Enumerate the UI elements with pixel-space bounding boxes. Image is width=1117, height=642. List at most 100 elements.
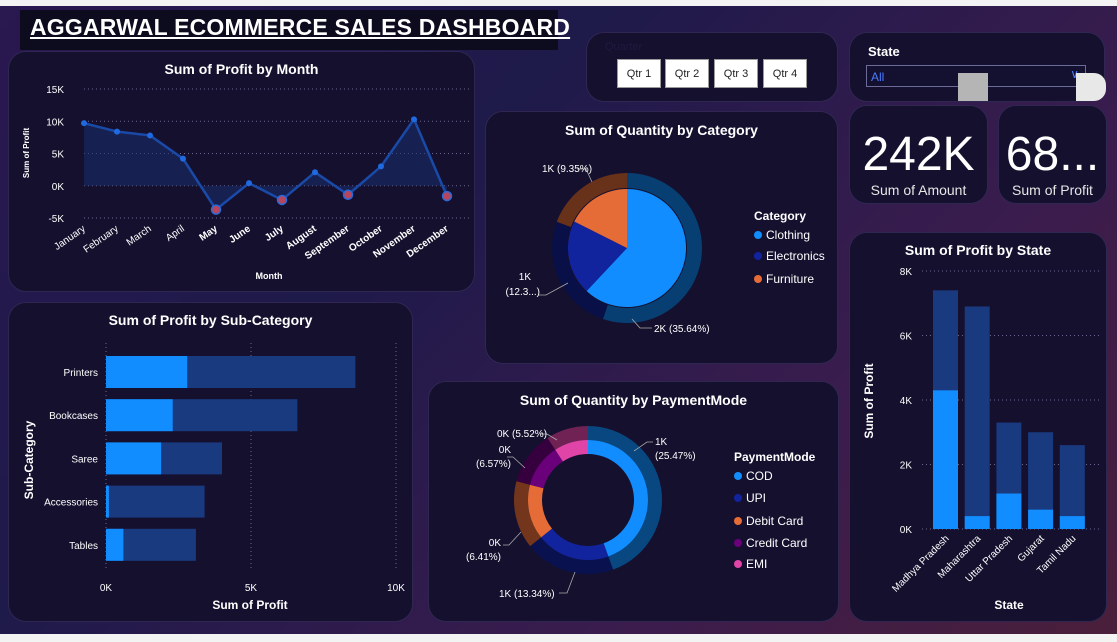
dashboard-title: AGGARWAL ECOMMERCE SALES DASHBOARD (30, 14, 571, 40)
y-tick-label: 5K (52, 150, 65, 161)
bar-highlight-printers (106, 356, 188, 388)
data-point-august (312, 169, 318, 176)
x-tick-label-may: May (197, 223, 220, 243)
x-tick-label-madhya-pradesh: Madhya Pradesh (890, 533, 951, 594)
window-bottom-strip (0, 634, 1117, 642)
data-label-clothing: 2K (35.64%) (654, 324, 710, 335)
data-point-december (441, 190, 453, 202)
legend-item-emi: EMI (734, 557, 767, 571)
legend-item-clothing: Clothing (754, 228, 810, 242)
data-label-credit-card-line2: (6.57%) (476, 459, 511, 470)
x-tick-label-gujarat: Gujarat (1016, 533, 1047, 564)
data-label-electronics-line2: (12.3...) (506, 287, 540, 298)
bar-highlight-accessories (106, 485, 109, 518)
y-tick-label: 0K (52, 182, 65, 193)
x-tick-label-march: March (125, 223, 154, 248)
legend-item-cod: COD (734, 469, 773, 483)
data-label-upi: 1K (13.34%) (499, 589, 555, 600)
legend-dot-upi (734, 494, 742, 502)
bar-highlight-uttar-pradesh (996, 493, 1022, 529)
x-tick-label-july: July (263, 223, 286, 244)
x-tick-label: 10K (387, 583, 405, 594)
y-tick-label: -5K (48, 214, 64, 225)
data-point-march (147, 132, 153, 139)
state-dropdown-value: All (871, 70, 885, 84)
data-label-emi: 0K (5.52%) (497, 429, 547, 440)
legend-label-debit-card: Debit Card (746, 514, 804, 528)
x-tick-label-april: April (164, 223, 187, 243)
profit-by-state-chart: 8K6K4K2K0KMadhya PradeshMaharashtraUttar… (862, 267, 1100, 612)
kpi-amount-value: 242K (862, 128, 975, 181)
legend-item-upi: UPI (734, 491, 766, 505)
legend-dot-debit-card (734, 517, 742, 525)
y-tick-label-bookcases: Bookcases (49, 411, 98, 422)
legend-label-upi: UPI (746, 491, 767, 505)
profit-by-month-chart: 15K10K5K0K-5KJanuaryFebruary March April Ma… (22, 85, 469, 281)
card-profit-by-subcategory: Sum of Profit by Sub-Category 0K 5K 10K Pri… (8, 302, 413, 622)
legend-label-electronics: Electronics (766, 249, 825, 263)
bar-highlight-gujarat (1028, 509, 1054, 529)
x-tick-label: 5K (245, 583, 258, 594)
legend-label-furniture: Furniture (766, 272, 815, 286)
leader-line-upi (559, 571, 576, 594)
bar-total-maharashtra (964, 306, 990, 529)
x-axis-title: State (994, 598, 1024, 612)
data-label-credit-card-line1: 0K (499, 445, 512, 456)
bar-highlight-tamil-nadu (1059, 516, 1085, 529)
qtr-3-button[interactable]: Qtr 3 (714, 59, 758, 88)
y-tick-label-saree: Saree (71, 454, 98, 465)
legend-title-paymentmode: PaymentMode (734, 450, 816, 464)
y-tick-label-tables: Tables (69, 541, 98, 552)
card-qty-by-category: Sum of Quantity by Category 2K (35.64%) 1… (485, 111, 838, 364)
qtr-2-button[interactable]: Qtr 2 (665, 59, 709, 88)
quarter-slicer-label: Quarter (605, 41, 643, 53)
qtr-4-button[interactable]: Qtr 4 (763, 59, 807, 88)
slicer-scroll-handle-right[interactable] (1076, 73, 1106, 101)
data-point-january (81, 120, 87, 127)
legend-dot-furniture (754, 275, 762, 283)
legend-label-emi: EMI (746, 557, 768, 571)
kpi-card-amount: 242K Sum of Amount (849, 105, 988, 204)
data-point-october (378, 163, 384, 170)
legend-dot-clothing (754, 231, 762, 239)
y-axis-title: Sum of Profit (862, 363, 876, 438)
legend-dot-electronics (754, 252, 762, 260)
y-tick-label-printers: Printers (64, 368, 98, 379)
kpi-amount-label: Sum of Amount (870, 182, 967, 198)
x-tick-label: 0K (100, 583, 113, 594)
y-tick-label: 2K (900, 461, 913, 472)
y-tick-label: 8K (900, 267, 913, 278)
legend-item-credit-card: Credit Card (734, 536, 807, 550)
legend-item-electronics: Electronics (754, 249, 825, 263)
x-axis-title: Sum of Profit (212, 598, 287, 612)
x-axis-title: Month (256, 271, 283, 281)
data-point-april (180, 155, 186, 162)
y-tick-label: 0K (900, 525, 913, 536)
data-label-cod-line1: 1K (655, 437, 668, 448)
legend-label-cod: COD (746, 469, 773, 483)
y-axis-title: Sub-Category (22, 420, 36, 499)
card-qty-by-paymentmode: Sum of Quantity by PaymentMode 1K (25.47%… (428, 381, 839, 622)
data-label-debit-card-line1: 0K (489, 538, 502, 549)
legend-title-category: Category (754, 209, 807, 223)
slicer-scroll-handle[interactable] (958, 73, 988, 101)
x-tick-label-june: June (227, 223, 253, 246)
kpi-card-profit: 68... Sum of Profit (998, 105, 1107, 204)
window-top-strip (0, 0, 1117, 6)
card-profit-by-state: Sum of Profit by State 8K 6K 4K 2K 0K Madhya … (849, 232, 1107, 622)
data-point-june (246, 180, 252, 187)
profit-by-subcategory-chart: 0K 5K 10K Printers Bookcases Saree Accessories… (22, 343, 405, 612)
y-tick-label: 10K (46, 117, 64, 128)
data-point-february (114, 128, 120, 135)
qtr-1-button[interactable]: Qtr 1 (617, 59, 661, 88)
bar-highlight-saree (106, 442, 162, 475)
legend-label-clothing: Clothing (766, 228, 811, 242)
kpi-profit-value: 68... (1005, 128, 1100, 181)
legend-dot-credit-card (734, 539, 742, 547)
x-tick-label-february: February (82, 223, 121, 255)
legend-item-debit-card: Debit Card (734, 514, 803, 528)
y-tick-label-accessories: Accessories (44, 498, 98, 509)
bar-highlight-tables (106, 528, 124, 561)
state-slicer: State All ∨ (849, 32, 1106, 102)
y-axis-title: Sum of Profit (22, 128, 31, 179)
